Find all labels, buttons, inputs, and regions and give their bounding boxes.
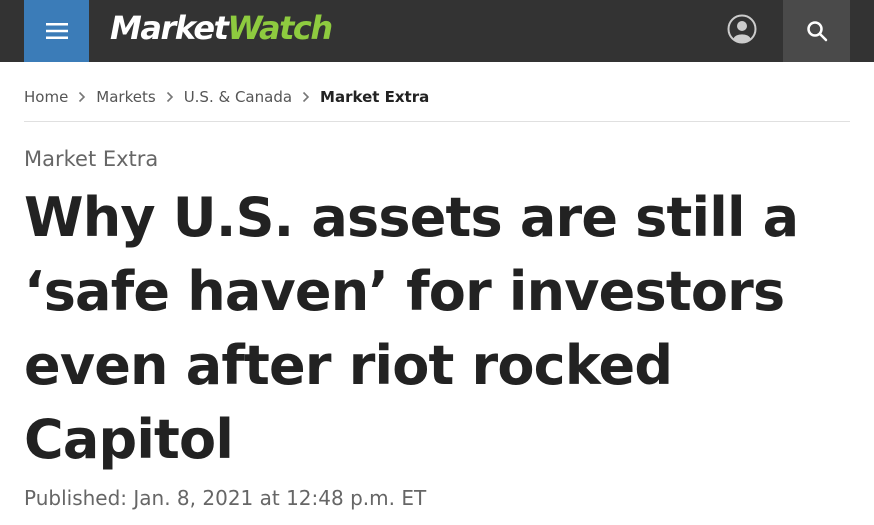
search-icon [806, 21, 827, 42]
user-profile-icon [727, 14, 757, 44]
chevron-right-icon [78, 91, 86, 103]
logo-text-watch: Watch [227, 9, 333, 47]
logo-text-market: Market [110, 9, 229, 47]
breadcrumb-divider [24, 121, 850, 122]
breadcrumb-markets[interactable]: Markets [96, 88, 155, 106]
top-navigation-bar: MarketWatch [0, 0, 874, 62]
breadcrumb-market-extra[interactable]: Market Extra [320, 88, 429, 106]
profile-button[interactable] [726, 13, 758, 45]
breadcrumb-us-canada[interactable]: U.S. & Canada [184, 88, 292, 106]
marketwatch-logo[interactable]: MarketWatch [110, 8, 333, 48]
chevron-right-icon [166, 91, 174, 103]
breadcrumb: Home Markets U.S. & Canada Market Extra [24, 88, 429, 106]
menu-button[interactable] [24, 0, 89, 62]
article-kicker[interactable]: Market Extra [24, 147, 158, 171]
breadcrumb-home[interactable]: Home [24, 88, 68, 106]
chevron-right-icon [302, 91, 310, 103]
search-button[interactable] [783, 0, 850, 62]
published-timestamp: Published: Jan. 8, 2021 at 12:48 p.m. ET [24, 486, 427, 510]
hamburger-menu-icon [45, 23, 68, 39]
article-headline: Why U.S. assets are still a ‘safe haven’… [24, 186, 799, 471]
